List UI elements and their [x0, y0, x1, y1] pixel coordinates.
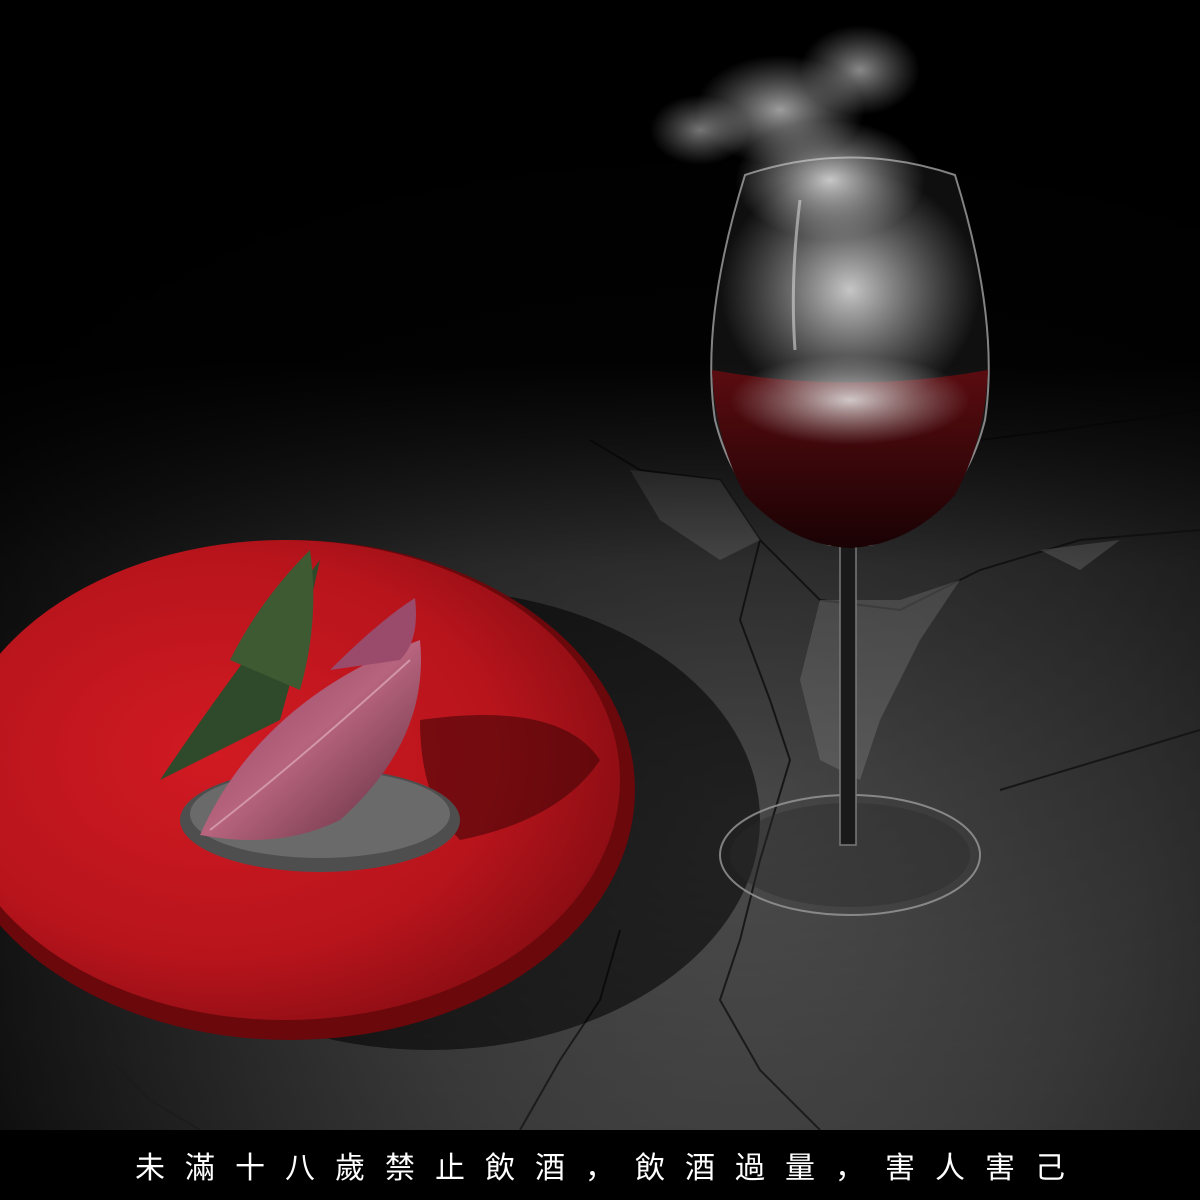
alcohol-warning-text: 未滿十八歲禁止飲酒，飲酒過量，害人害己 — [135, 1151, 1085, 1186]
alcohol-warning-bar: 未滿十八歲禁止飲酒，飲酒過量，害人害己 — [0, 1130, 1200, 1200]
page: 未滿十八歲禁止飲酒，飲酒過量，害人害己 — [0, 0, 1200, 1200]
product-photo — [0, 0, 1200, 1130]
